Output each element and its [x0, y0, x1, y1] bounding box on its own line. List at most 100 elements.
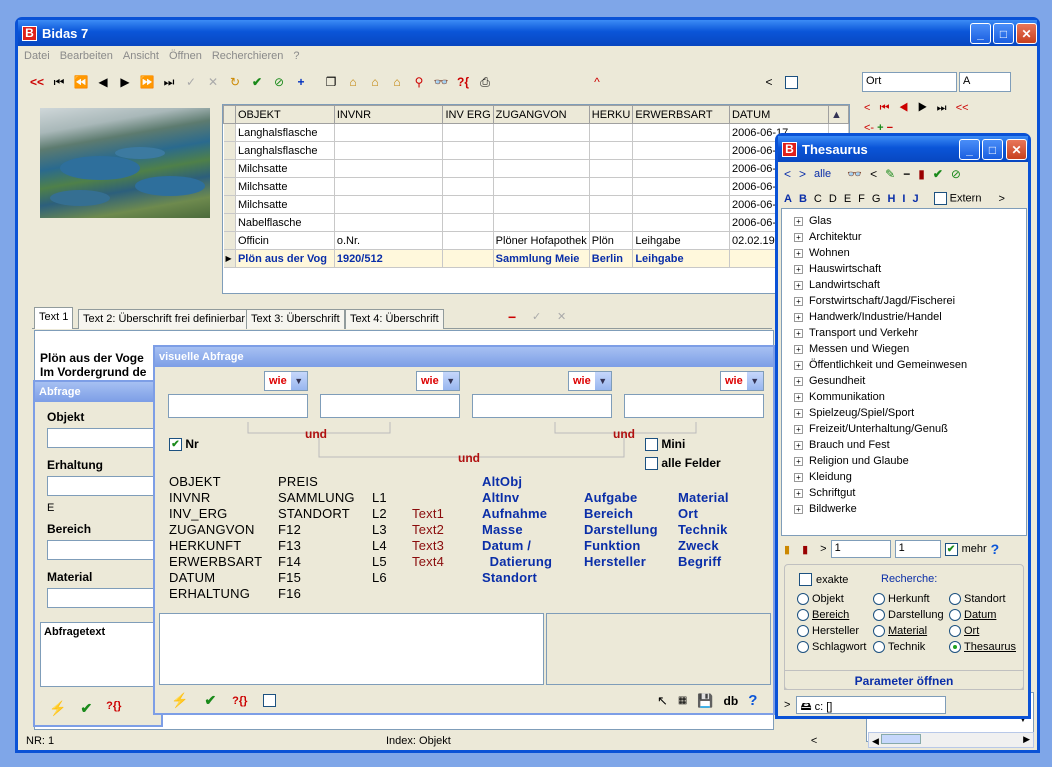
mehr-check-icon[interactable]: ✔ — [944, 542, 958, 556]
query-field-item[interactable]: Aufnahme — [482, 506, 552, 522]
query-field-item[interactable]: Masse — [482, 522, 552, 538]
menu-bearbeiten[interactable]: Bearbeiten — [60, 50, 113, 64]
grid-icon[interactable]: ▦ — [678, 695, 687, 706]
query-field-item[interactable]: F15 — [278, 570, 355, 586]
query-field-item[interactable]: Technik — [678, 522, 729, 538]
tree-item[interactable]: + Architektur — [784, 229, 967, 245]
expand-plus-icon[interactable]: + — [794, 248, 803, 258]
query-input-4[interactable] — [624, 394, 764, 418]
expand-plus-icon[interactable]: + — [794, 504, 803, 514]
table-cell[interactable]: Milchsatte — [235, 177, 335, 196]
refresh-icon[interactable]: ↻ — [224, 72, 246, 92]
menu-ansicht[interactable]: Ansicht — [123, 50, 159, 64]
back-red-icon[interactable]: << — [26, 72, 48, 92]
help-icon[interactable]: ? — [991, 541, 1000, 557]
table-cell[interactable] — [442, 195, 494, 214]
tree-item[interactable]: + Glas — [784, 213, 967, 229]
query-field-item[interactable]: ZUGANGVON — [169, 522, 262, 538]
letter-f[interactable]: F — [858, 193, 865, 205]
tree-item[interactable]: + Messen und Wiegen — [784, 341, 967, 357]
last-record-icon[interactable]: ⏭ — [158, 72, 180, 92]
query-field-item[interactable]: Funktion — [584, 538, 658, 554]
tree-item[interactable]: + Öffentlichkeit und Gemeinwesen — [784, 357, 967, 373]
grid-scroll-up[interactable]: ▲ — [828, 105, 849, 124]
letter-i[interactable]: I — [902, 193, 905, 205]
table-cell[interactable] — [493, 213, 590, 232]
field-select-a[interactable]: A — [959, 72, 1011, 92]
table-row[interactable]: Langhalsflasche 2006-06-1 — [223, 141, 849, 160]
house-icon-2[interactable]: ⌂ — [364, 72, 386, 92]
table-cell[interactable]: Langhalsflasche — [235, 141, 335, 160]
query-field-item[interactable]: HERKUNFT — [169, 538, 262, 554]
table-cell[interactable] — [334, 123, 444, 142]
objekt-input[interactable] — [47, 428, 162, 448]
query-input-3[interactable] — [472, 394, 612, 418]
col-inv-erg[interactable]: INV ERG — [442, 105, 494, 124]
visuelle-text-area[interactable] — [159, 613, 544, 685]
menu-recherchieren[interactable]: Recherchieren — [212, 50, 284, 64]
query-input-1[interactable] — [168, 394, 308, 418]
query-brackets-icon[interactable]: ?{} — [106, 700, 121, 717]
expand-plus-icon[interactable]: + — [794, 408, 803, 418]
table-cell[interactable] — [334, 195, 444, 214]
thesaurus-back-icon[interactable]: < — [870, 167, 877, 181]
bereich-input[interactable] — [47, 540, 162, 560]
query-field-item[interactable]: Zweck — [678, 538, 729, 554]
recherche-radio[interactable]: Hersteller — [797, 625, 859, 637]
table-cell[interactable]: Berlin — [589, 249, 634, 268]
status-scroll-left[interactable]: < — [811, 735, 817, 751]
thesaurus-maximize-button[interactable]: □ — [982, 139, 1003, 160]
page-forward-icon[interactable]: ⏩ — [136, 72, 158, 92]
query-field-item[interactable]: L3 — [372, 522, 387, 538]
no-entry-icon[interactable]: ⊘ — [951, 167, 961, 181]
tree-item[interactable]: + Hauswirtschaft — [784, 261, 967, 277]
add-icon[interactable]: + — [290, 72, 312, 92]
tree-item[interactable]: + Spielzeug/Spiel/Sport — [784, 405, 967, 421]
recherche-radio[interactable]: Standort — [949, 593, 1006, 605]
table-row[interactable]: Milchsatte 2006-06-1 — [223, 159, 849, 178]
expand-plus-icon[interactable]: + — [794, 264, 803, 274]
query-field-item[interactable]: Begriff — [678, 554, 729, 570]
abfragetext-area[interactable]: Abfragetext — [40, 622, 160, 687]
expand-plus-icon[interactable]: + — [794, 344, 803, 354]
phone-icon[interactable]: ▮ — [918, 167, 925, 181]
table-row[interactable]: Langhalsflasche 2006-06-17 — [223, 123, 849, 142]
table-cell[interactable] — [632, 141, 730, 160]
tab-text4[interactable]: Text 4: Überschrift — [345, 309, 444, 329]
wie-select-1[interactable]: wie ▼ — [264, 371, 308, 391]
spin-input-2[interactable]: 1 — [894, 540, 941, 558]
table-cell[interactable] — [493, 159, 590, 178]
wie-select-4[interactable]: wie ▼ — [720, 371, 764, 391]
table-cell[interactable]: Langhalsflasche — [235, 123, 335, 142]
table-cell[interactable] — [632, 123, 730, 142]
query-field-item[interactable]: L1 — [372, 490, 387, 506]
lightning-icon[interactable]: ⚡ — [49, 700, 66, 717]
table-cell[interactable] — [589, 195, 634, 214]
drive-expand-icon[interactable]: > — [784, 699, 790, 711]
edit-tree-icon[interactable]: ✎ — [885, 167, 895, 181]
table-cell[interactable] — [589, 213, 634, 232]
table-cell[interactable] — [442, 177, 494, 196]
query-icon[interactable]: ?{ — [452, 72, 474, 92]
extern-checkbox[interactable]: Extern — [933, 192, 981, 205]
table-cell[interactable]: Plön aus der Vog — [235, 249, 335, 268]
query-field-item[interactable]: Aufgabe — [584, 490, 658, 506]
table-cell[interactable] — [589, 141, 634, 160]
col-objekt[interactable]: OBJEKT — [234, 105, 335, 124]
house-icon-1[interactable]: ⌂ — [342, 72, 364, 92]
table-cell[interactable] — [334, 141, 444, 160]
letter-j[interactable]: J — [912, 193, 918, 205]
lightning-icon[interactable]: ⚡ — [171, 692, 188, 709]
letter-e[interactable]: E — [844, 193, 851, 205]
table-cell[interactable] — [493, 177, 590, 196]
query-field-item[interactable]: L2 — [372, 506, 387, 522]
query-field-item[interactable]: Text4 — [412, 554, 444, 570]
col-invnr[interactable]: INVNR — [333, 105, 444, 124]
prev-icon[interactable]: ◀ — [92, 72, 114, 92]
expand-plus-icon[interactable]: + — [794, 440, 803, 450]
confirm-icon[interactable]: ✔ — [933, 167, 943, 181]
close-button[interactable]: ✕ — [1016, 23, 1037, 44]
table-cell[interactable] — [589, 177, 634, 196]
expand-plus-icon[interactable]: + — [794, 376, 803, 386]
query-brackets-icon[interactable]: ?{} — [232, 695, 247, 707]
